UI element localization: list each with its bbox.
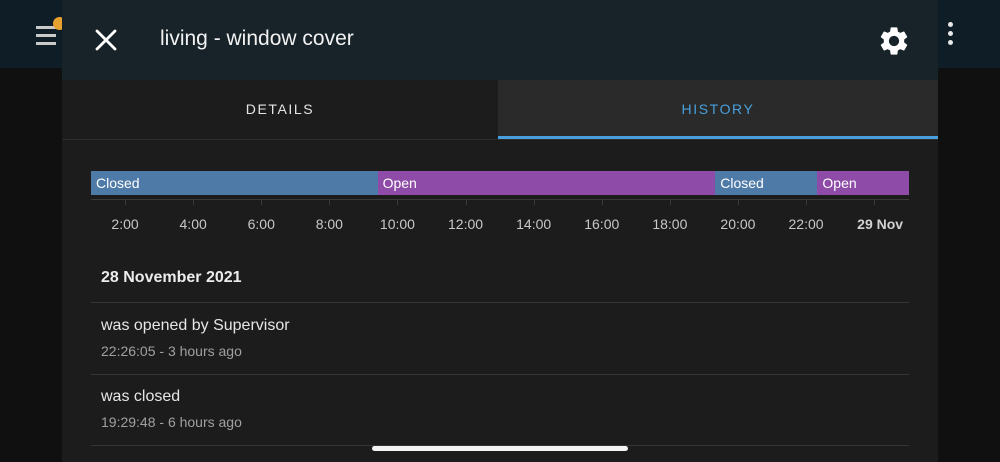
more-info-dialog: living - window cover DETAILS HISTORY Cl… [62,0,938,462]
divider [91,302,909,303]
settings-button[interactable] [877,24,911,58]
timeline-tick [329,200,331,205]
timeline-tick-label: 14:00 [516,216,552,232]
timeline-tick [806,200,808,205]
logbook-date-heading: 28 November 2021 [101,269,242,286]
timeline-tick-label: 20:00 [720,216,756,232]
history-timeline: Closed Open Closed Open [91,171,909,195]
timeline-segment-open[interactable]: Open [377,171,716,195]
timeline-tick-label: 6:00 [247,216,275,232]
dialog-title: living - window cover [160,27,354,50]
timeline-tick [874,200,876,205]
timeline-tick [669,200,671,205]
logbook-entry-time[interactable]: 19:29:48 - 6 hours ago [101,414,242,430]
timeline-segment-closed[interactable]: Closed [91,171,378,195]
timeline-tick [465,200,467,205]
timeline-tick [193,200,195,205]
timeline-tick-label: 8:00 [315,216,343,232]
timeline-tick [125,200,127,205]
timeline-tick-label: 10:00 [379,216,415,232]
timeline-segment-closed[interactable]: Closed [715,171,818,195]
timeline-tick-label: 4:00 [179,216,207,232]
timeline-axis [91,199,909,200]
close-button[interactable] [88,22,124,58]
timeline-tick [261,200,263,205]
close-icon [95,29,117,51]
more-vert-icon[interactable] [942,22,958,48]
timeline-tick [397,200,399,205]
timeline-tick-label: 12:00 [448,216,484,232]
timeline-segment-open[interactable]: Open [817,171,909,195]
gear-icon [880,27,908,55]
timeline-tick-label: 18:00 [652,216,688,232]
timeline-tick-label: 22:00 [788,216,824,232]
tab-details[interactable]: DETAILS [62,80,498,139]
timeline-tick-label: 2:00 [111,216,139,232]
divider [91,374,909,375]
tab-history-label: HISTORY [681,101,755,117]
home-indicator[interactable] [372,446,628,451]
dialog-header: living - window cover [62,0,938,80]
timeline-tick [737,200,739,205]
logbook-entry-message: was closed [101,388,181,405]
logbook-entry-message: was opened by Supervisor [101,317,290,334]
active-tab-indicator [498,136,938,139]
timeline-tick-label: 29 Nov [857,216,904,232]
tab-bar: DETAILS HISTORY [62,80,938,140]
tab-history[interactable]: HISTORY [498,80,938,139]
timeline-tick-label: 16:00 [584,216,620,232]
logbook-entry-time[interactable]: 22:26:05 - 3 hours ago [101,343,242,359]
timeline-tick [533,200,535,205]
timeline-tick [601,200,603,205]
